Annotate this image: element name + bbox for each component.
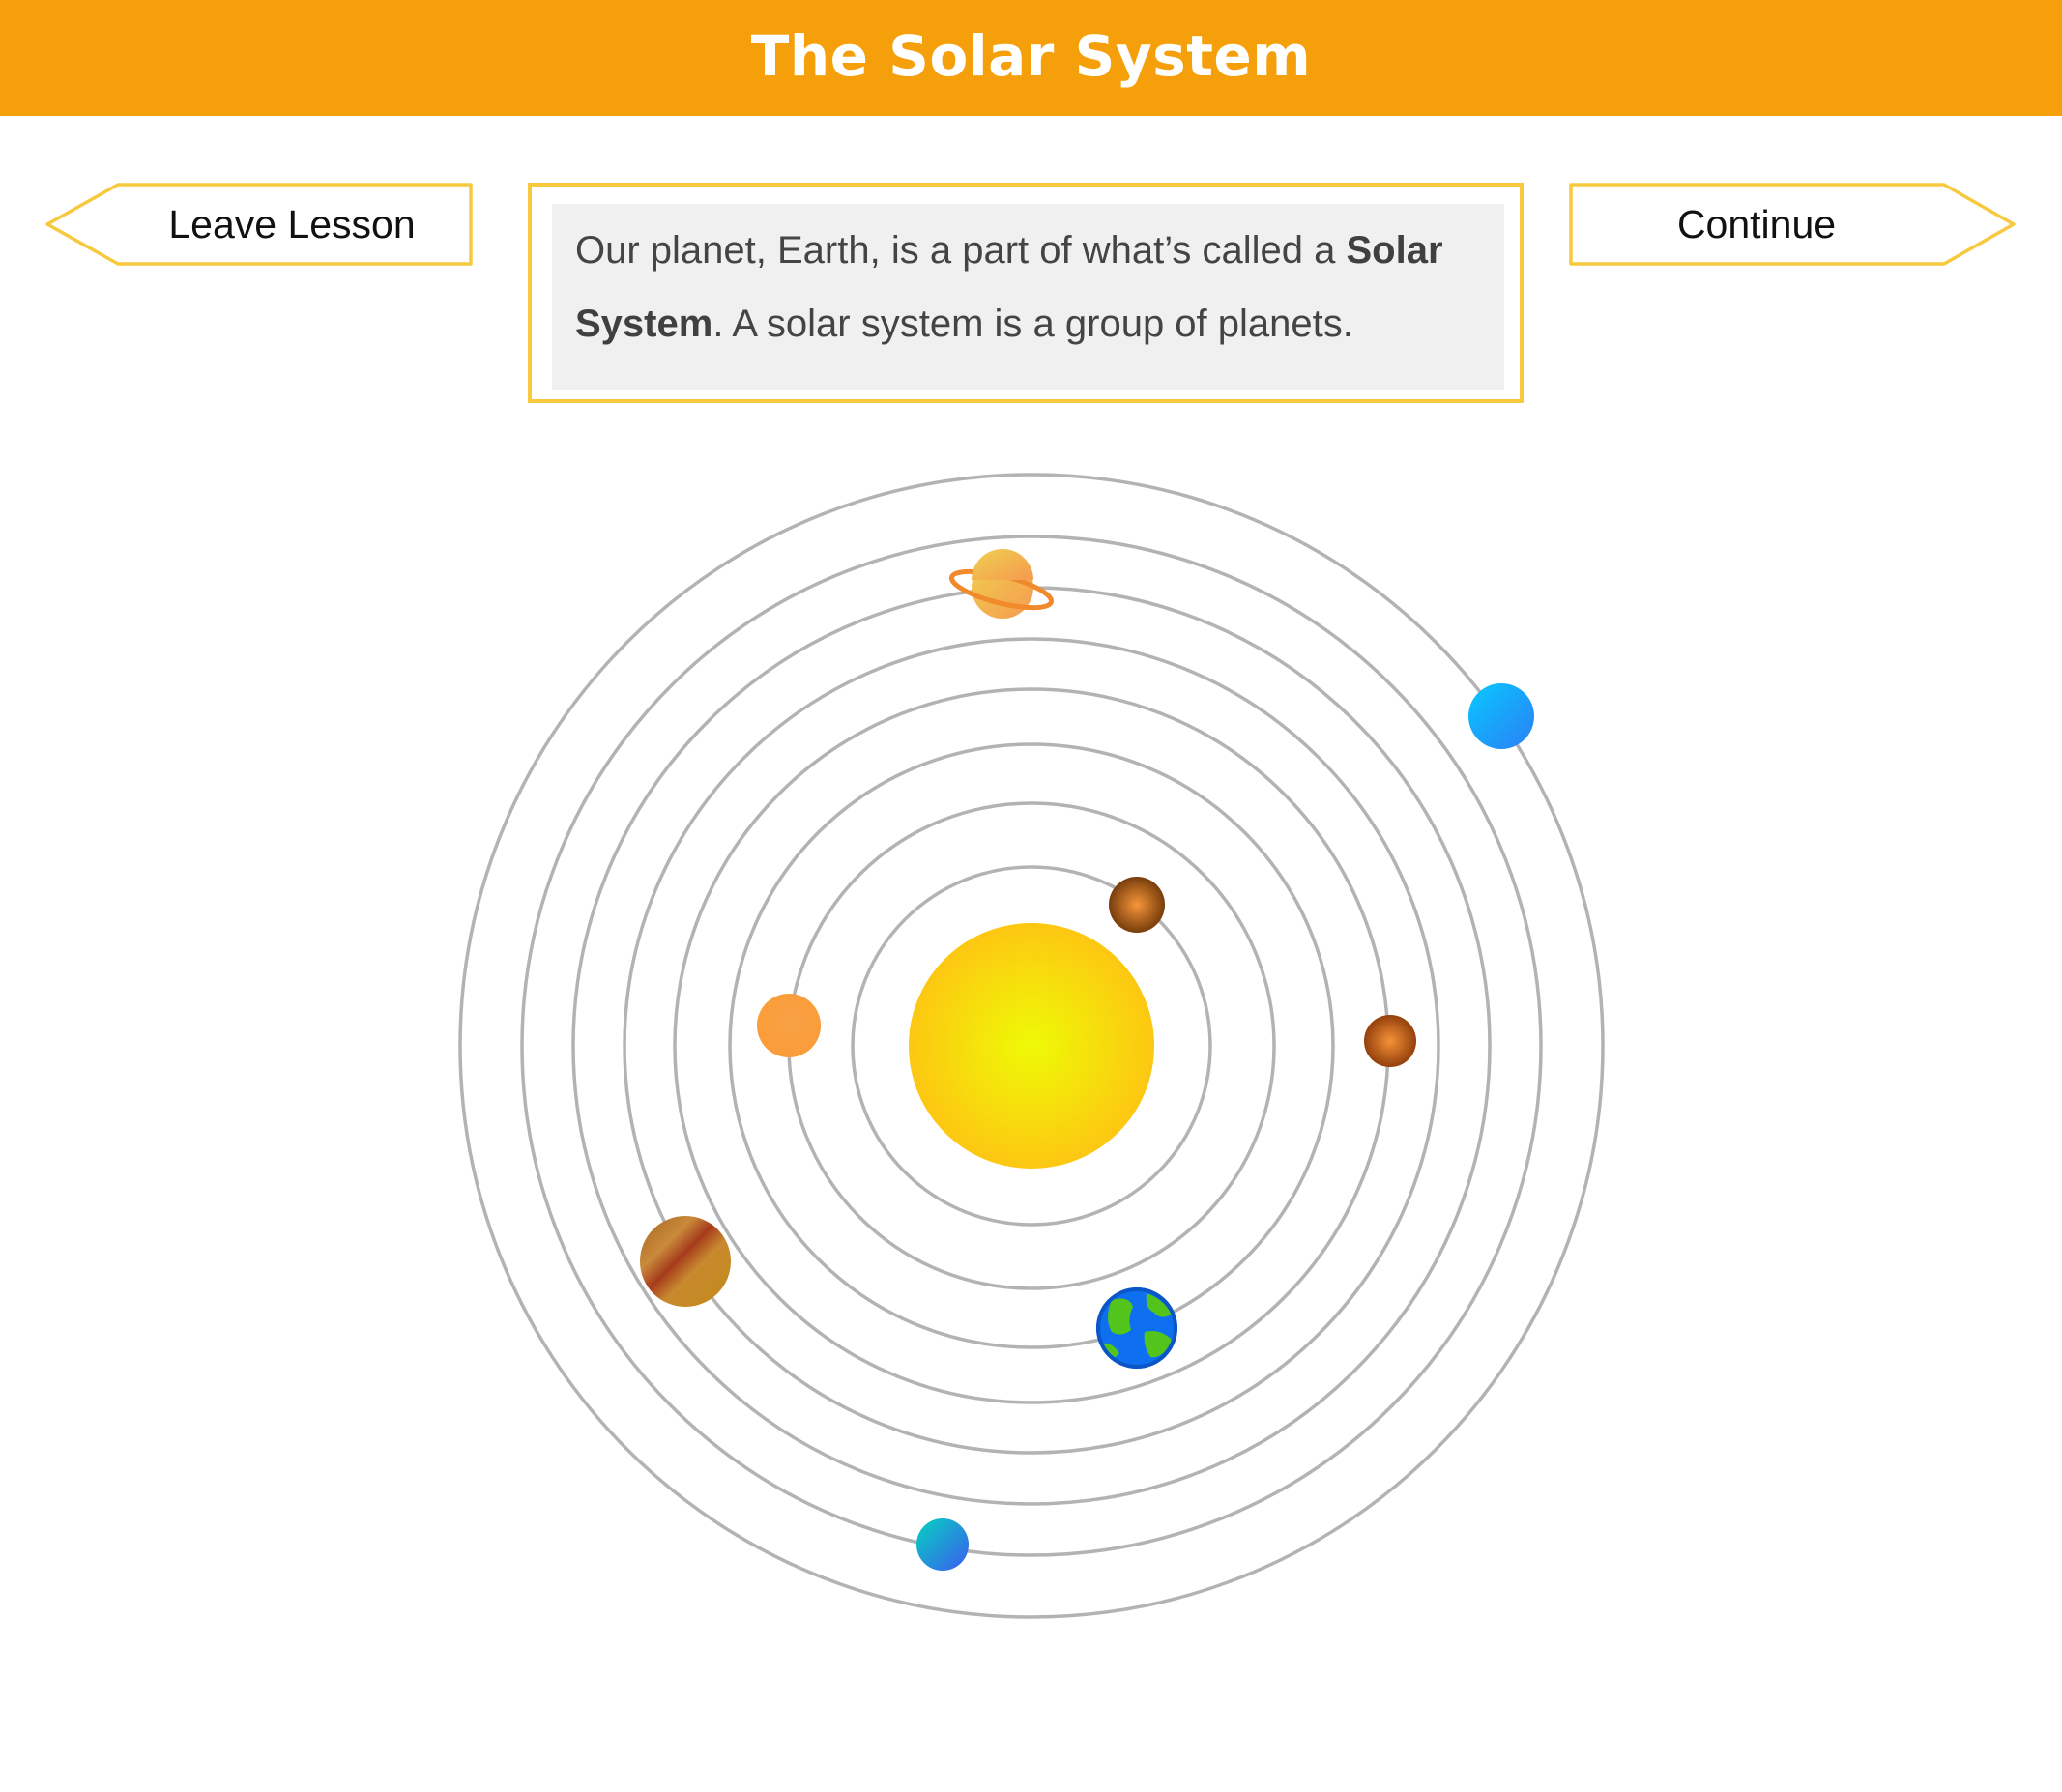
lesson-text-part2: . A solar system is a group of planets. — [712, 303, 1353, 345]
lesson-text-part1: Our planet, Earth, is a part of what’s c… — [575, 229, 1347, 272]
lesson-text-box: Our planet, Earth, is a part of what’s c… — [528, 183, 1524, 403]
saturn-icon — [948, 549, 1055, 619]
uranus-icon — [1468, 683, 1534, 749]
mars-icon — [1364, 1015, 1416, 1067]
earth-icon — [1096, 1287, 1177, 1369]
continue-label: Continue — [1676, 202, 1837, 246]
leave-lesson-button[interactable]: Leave Lesson — [45, 182, 474, 267]
continue-button[interactable]: Continue — [1568, 182, 2017, 267]
page-header: The Solar System — [0, 0, 2062, 116]
neptune-icon — [916, 1518, 969, 1571]
jupiter-icon — [640, 1216, 731, 1307]
leave-lesson-label: Leave Lesson — [168, 202, 416, 246]
sun-icon — [909, 923, 1154, 1169]
mercury-icon — [1109, 877, 1165, 933]
venus-icon — [757, 994, 821, 1057]
page-title: The Solar System — [750, 23, 1312, 89]
lesson-text: Our planet, Earth, is a part of what’s c… — [552, 204, 1504, 390]
